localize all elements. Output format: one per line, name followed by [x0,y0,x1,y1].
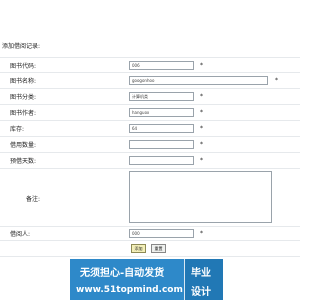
promo-badge: 毕业 设计 [184,259,223,300]
required-mark: * [200,141,203,148]
required-mark: * [200,230,203,237]
row-divider [0,240,300,241]
book-code-input[interactable]: 006 [129,61,194,70]
badge-text-bottom: 设计 [191,287,211,298]
reset-button[interactable]: 重置 [151,244,166,253]
row-divider [0,226,300,227]
book-author-label: 图书作者: [10,110,37,117]
form-title: 添加借阅记录: [2,43,41,50]
required-mark: * [200,109,203,116]
required-mark: * [200,62,203,69]
book-category-label: 图书分类: [10,94,37,101]
row-divider [0,104,300,105]
banner-url: www.51topmind.com [76,285,183,295]
remarks-textarea[interactable] [129,171,272,223]
row-divider [0,72,300,73]
book-code-label: 图书代码: [10,63,37,70]
banner-slogan: 无须担心-自动发货 [80,268,165,279]
row-divider [0,57,300,58]
borrower-input[interactable]: 000 [129,229,194,238]
row-divider [0,168,300,169]
row-divider [0,152,300,153]
book-author-input[interactable]: hanguox [129,108,194,117]
borrow-days-input[interactable] [129,156,194,165]
book-name-input[interactable]: googonhoo [129,76,268,85]
row-divider [0,136,300,137]
required-mark: * [200,125,203,132]
add-button[interactable]: 添加 [131,244,146,253]
stock-input[interactable]: 64 [129,124,194,133]
book-name-label: 图书名称: [10,78,37,85]
borrow-quantity-input[interactable] [129,140,194,149]
row-divider [0,88,300,89]
required-mark: * [200,157,203,164]
row-divider [0,120,300,121]
row-divider [0,256,300,257]
stock-label: 库存: [10,126,25,133]
required-mark: * [275,77,278,84]
borrow-days-label: 预借天数: [10,158,37,165]
book-category-input[interactable]: 计算机类 [129,92,194,101]
borrow-quantity-label: 借用数量: [10,142,37,149]
required-mark: * [200,93,203,100]
remarks-label: 备注: [26,196,41,203]
badge-text-top: 毕业 [191,268,211,279]
borrower-label: 借阅人: [10,231,31,238]
